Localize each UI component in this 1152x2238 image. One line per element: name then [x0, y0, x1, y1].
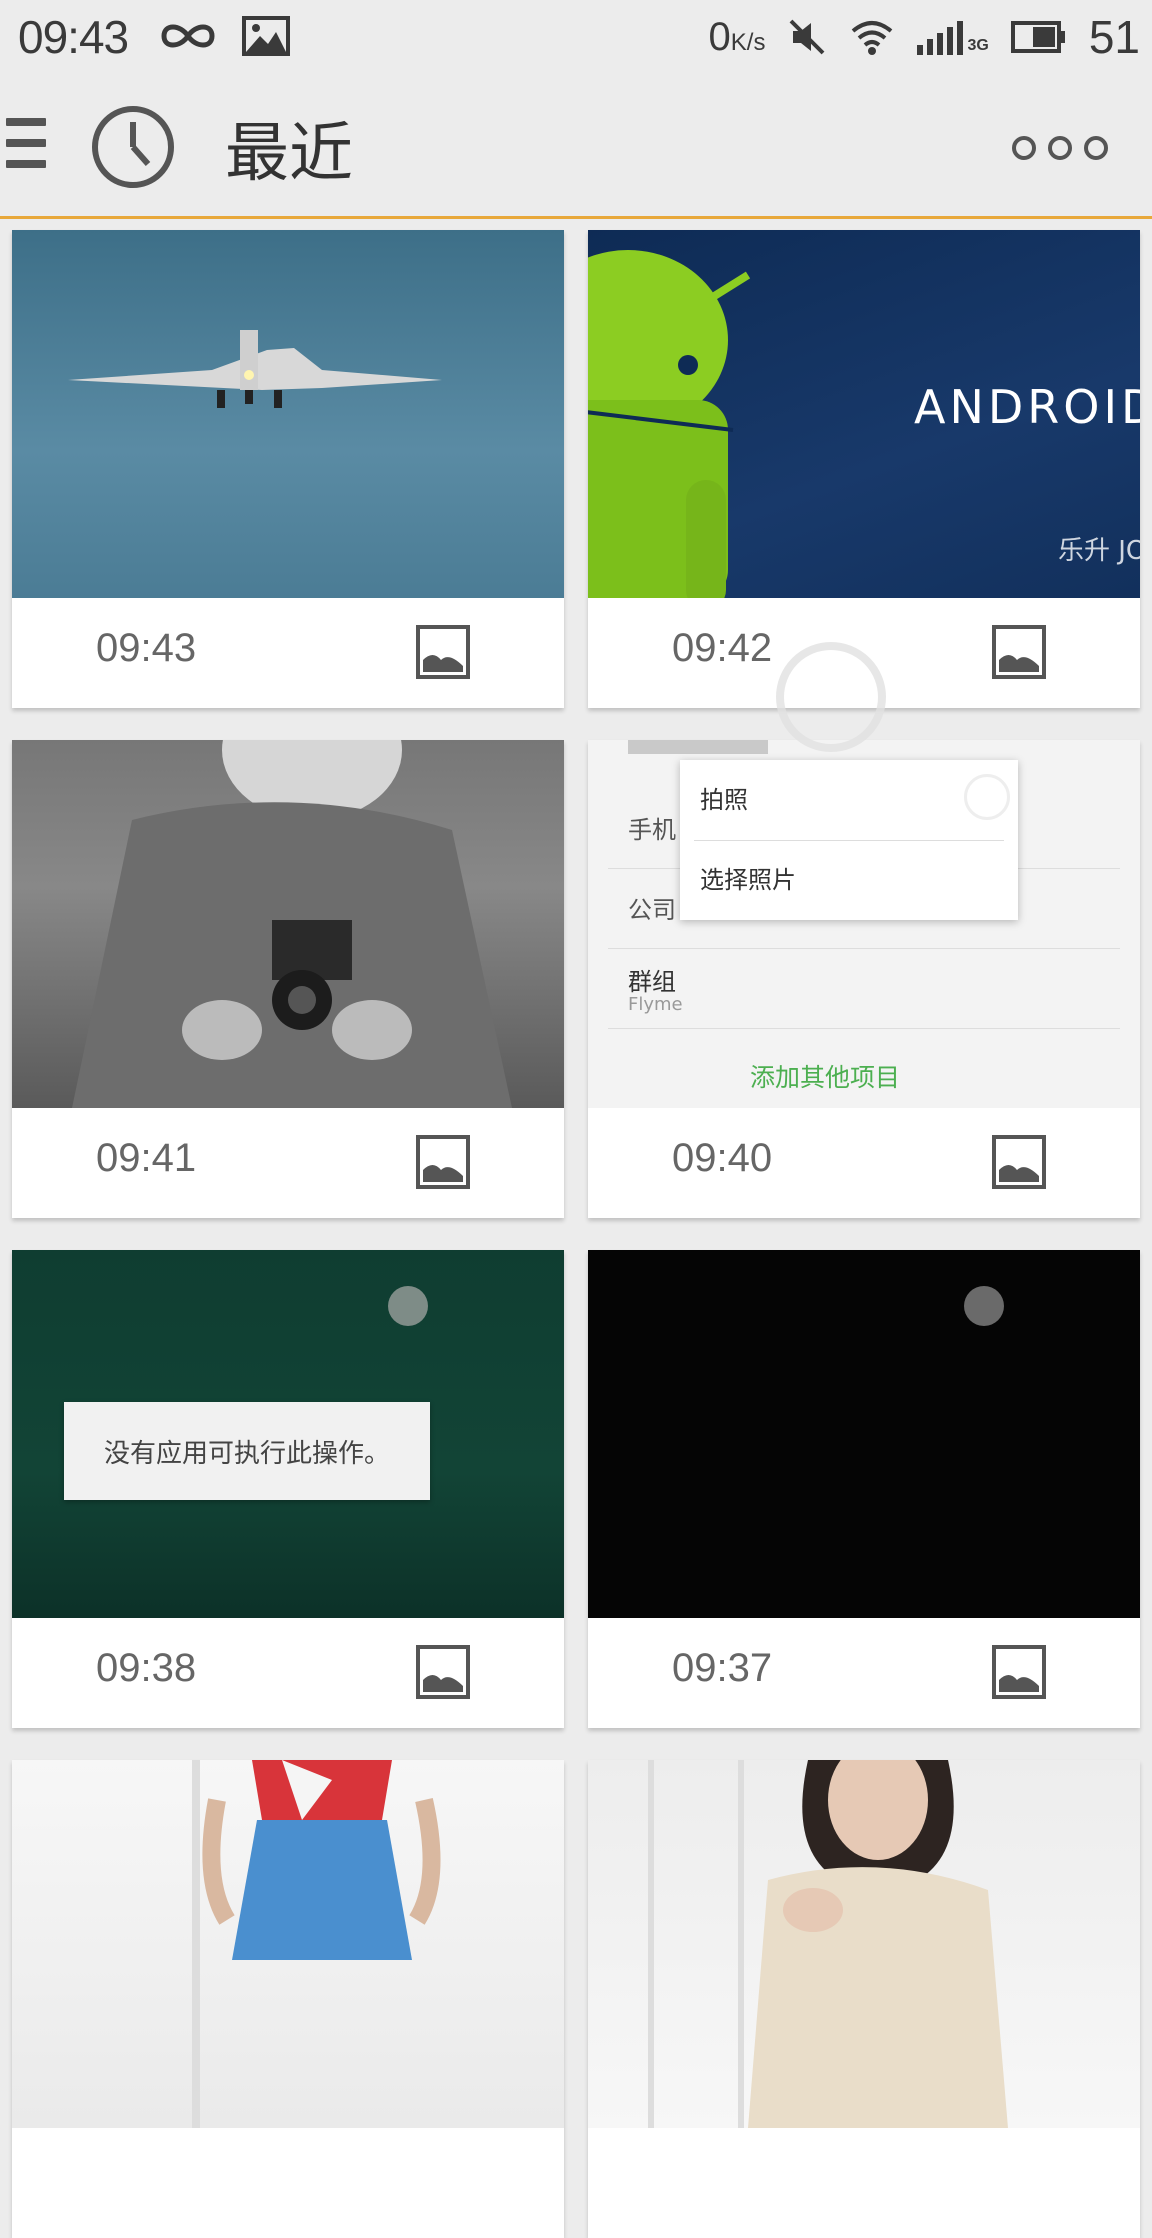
add-more-link: 添加其他项目: [750, 1063, 901, 1092]
item-time: 09:41: [96, 1136, 197, 1180]
thumbnail-android: ANDROID 乐升 JOYUP: [588, 230, 1140, 598]
item-time: 09:38: [96, 1646, 197, 1690]
recent-item[interactable]: 没有应用可执行此操作。 09:38: [12, 1250, 564, 1728]
woman-with-camera-image: [72, 740, 512, 1108]
recent-item[interactable]: 09:37: [588, 1250, 1140, 1728]
image-icon: [992, 1135, 1046, 1189]
gallery-icon: [242, 16, 290, 56]
recent-item[interactable]: ANDROID 乐升 JOYUP 09:42: [588, 230, 1140, 708]
page-title: 最近: [225, 117, 353, 191]
menu-icon[interactable]: [6, 118, 46, 178]
image-icon: [992, 625, 1046, 679]
form-label-company: 公司: [628, 896, 676, 924]
thumbnail-woman-portrait: [588, 1760, 1140, 2128]
battery-icon: [1010, 21, 1065, 53]
network-speed: 0K/s: [708, 14, 766, 59]
signal-icon: 3G: [917, 19, 989, 55]
popup-menu: 拍照 选择照片: [680, 760, 1018, 920]
recent-item[interactable]: [588, 1760, 1140, 2238]
more-options-icon[interactable]: [1012, 136, 1108, 160]
form-label-flyme: Flyme: [628, 994, 683, 1015]
item-time: 09:43: [96, 626, 197, 670]
touch-dot: [388, 1286, 428, 1326]
wifi-icon: [852, 21, 893, 55]
thumbnail-airplane: [12, 230, 564, 598]
thumbnail-black-screen: [588, 1250, 1140, 1618]
image-icon: [416, 1645, 470, 1699]
recent-item[interactable]: 09:43: [12, 230, 564, 708]
status-time: 09:43: [18, 11, 129, 63]
touch-ripple: [776, 642, 886, 752]
image-icon: [416, 1135, 470, 1189]
airplane-image: [68, 330, 442, 408]
android-wordmark: ANDROID: [914, 380, 1140, 434]
popup-item-take-photo: 拍照: [700, 786, 748, 814]
infinity-icon: [161, 24, 215, 48]
mute-icon: [790, 19, 825, 55]
thumbnail-fashion-model: [12, 1760, 564, 2128]
app-bar: 最近: [0, 78, 1152, 219]
battery-level: 51: [1088, 11, 1140, 63]
item-time: 09:40: [672, 1136, 773, 1180]
popup-item-choose-photo: 选择照片: [700, 866, 796, 894]
joyup-logo: 乐升 JOYUP: [1058, 536, 1140, 566]
form-label-group: 群组: [628, 968, 676, 996]
woman-portrait-image: [648, 1760, 1008, 2128]
model-red-blue-dress-image: [192, 1760, 441, 2128]
thumbnail-toast-screen: 没有应用可执行此操作。: [12, 1250, 564, 1618]
recent-item[interactable]: [12, 1760, 564, 2238]
clock-icon: [92, 106, 174, 188]
toast-message: 没有应用可执行此操作。: [64, 1402, 430, 1500]
signal-type: 3G: [967, 37, 989, 54]
form-label-phone: 手机: [628, 816, 676, 844]
item-time: 09:42: [672, 626, 773, 670]
status-bar: 09:43 0K/s 3G 51: [0, 0, 1152, 78]
thumbnail-screenshot-form: 手机 公司 群组 Flyme 添加其他项目 拍照 选择照片: [588, 740, 1140, 1108]
thumbnail-woman-camera: [12, 740, 564, 1108]
image-icon: [992, 1645, 1046, 1699]
recent-item[interactable]: 09:41: [12, 740, 564, 1218]
item-time: 09:37: [672, 1646, 773, 1690]
image-icon: [416, 625, 470, 679]
touch-dot: [964, 1286, 1004, 1326]
recent-item[interactable]: 手机 公司 群组 Flyme 添加其他项目 拍照 选择照片 09:40: [588, 740, 1140, 1218]
